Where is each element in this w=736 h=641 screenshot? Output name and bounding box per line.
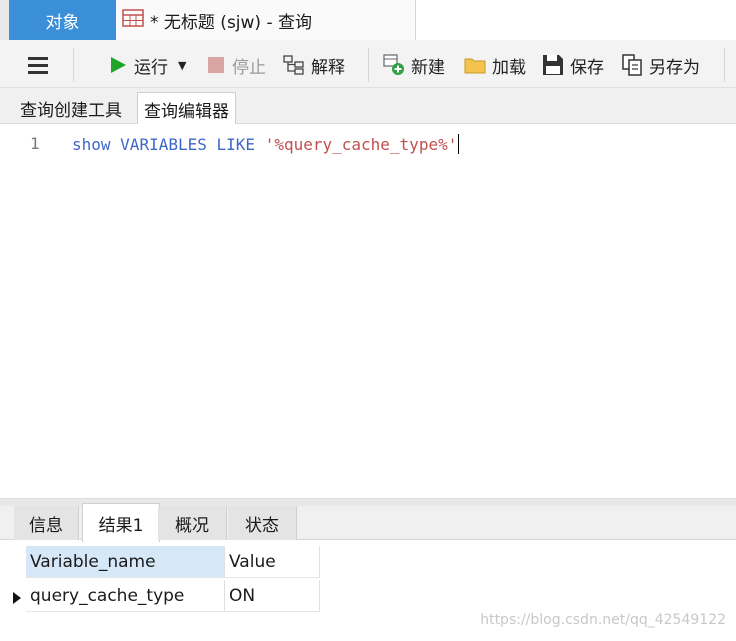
line-number: 1 [30, 134, 40, 153]
tab-query-label: * 无标题 (sjw) - 查询 [150, 12, 312, 33]
column-header-variable-name[interactable]: Variable_name [26, 546, 225, 578]
current-row-marker-icon [8, 582, 26, 614]
tab-query[interactable]: * 无标题 (sjw) - 查询 [116, 0, 416, 40]
tab-query-editor-label: 查询编辑器 [144, 102, 229, 122]
new-label: 新建 [411, 57, 445, 78]
save-label: 保存 [570, 57, 604, 78]
hamburger-icon [28, 57, 48, 74]
tab-objects[interactable]: 对象 [9, 0, 116, 40]
toolbar-separator [724, 48, 725, 82]
sql-string: '%query_cache_type%' [264, 135, 458, 154]
sql-keyword: show [72, 135, 111, 154]
floppy-disk-icon [543, 55, 563, 75]
line-gutter [8, 124, 68, 498]
tab-bar-empty [416, 0, 736, 40]
tab-query-builder[interactable]: 查询创建工具 [14, 92, 128, 124]
sql-code-line[interactable]: show VARIABLES LIKE '%query_cache_type%' [72, 134, 460, 154]
column-header-label: Value [229, 551, 276, 572]
query-table-icon [122, 8, 144, 32]
text-caret [458, 134, 460, 154]
load-button[interactable]: 加载 [464, 50, 526, 80]
tab-overview[interactable]: 概况 [158, 506, 227, 540]
cell-value: ON [229, 585, 256, 606]
new-button[interactable]: 新建 [383, 50, 445, 80]
run-button[interactable]: 运行 ▼ [108, 50, 186, 80]
sql-keyword: LIKE [216, 135, 256, 154]
toolbar-separator [73, 48, 74, 82]
stop-icon [208, 57, 224, 73]
new-query-icon [383, 54, 404, 75]
stop-label: 停止 [232, 57, 266, 78]
chevron-down-icon[interactable]: ▼ [178, 59, 186, 72]
watermark: https://blog.csdn.net/qq_42549122 [480, 612, 726, 628]
result-grid: Variable_name Value query_cache_type ON [8, 546, 328, 614]
tab-query-builder-label: 查询创建工具 [20, 100, 122, 121]
sql-keyword: VARIABLES [120, 135, 207, 154]
save-as-label: 另存为 [649, 57, 700, 78]
explain-button[interactable]: 解释 [283, 50, 345, 80]
tab-status-label: 状态 [245, 515, 279, 536]
tab-overview-label: 概况 [175, 515, 209, 536]
play-icon [111, 57, 126, 73]
load-label: 加载 [492, 57, 526, 78]
run-label: 运行 [134, 57, 168, 78]
tab-info-label: 信息 [29, 515, 63, 536]
tab-info[interactable]: 信息 [14, 506, 79, 540]
tab-result-1[interactable]: 结果1 [82, 503, 160, 542]
stop-button[interactable]: 停止 [206, 50, 266, 80]
sql-editor[interactable] [8, 124, 736, 498]
save-as-icon [622, 54, 642, 76]
menu-button[interactable] [26, 50, 56, 80]
tab-objects-label: 对象 [45, 12, 80, 33]
column-header-value[interactable]: Value [225, 546, 320, 578]
cell-value: query_cache_type [30, 585, 185, 606]
save-as-button[interactable]: 另存为 [621, 50, 700, 80]
folder-icon [464, 58, 486, 74]
explain-label: 解释 [311, 57, 345, 78]
tab-query-editor[interactable]: 查询编辑器 [137, 92, 236, 126]
table-cell[interactable]: ON [225, 580, 320, 612]
tab-status[interactable]: 状态 [228, 506, 297, 540]
tab-result-1-label: 结果1 [98, 515, 144, 536]
table-cell[interactable]: query_cache_type [26, 580, 225, 612]
explain-icon [283, 55, 304, 75]
toolbar-separator [368, 48, 369, 82]
column-header-label: Variable_name [30, 551, 156, 572]
save-button[interactable]: 保存 [542, 50, 604, 80]
